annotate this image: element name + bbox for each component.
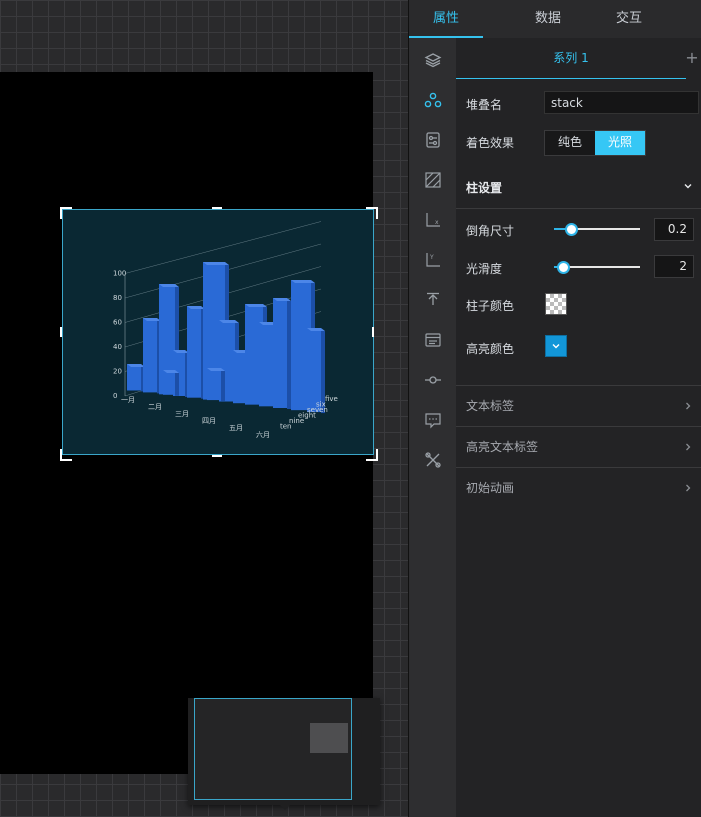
initial-animation-title: 初始动画 <box>466 481 515 495</box>
resize-handle-top-right[interactable] <box>366 207 378 219</box>
bar-side <box>175 373 179 396</box>
bar <box>143 318 157 393</box>
y-tick-label: 60 <box>113 319 122 327</box>
chevron-down-icon <box>684 184 692 189</box>
highlight-text-label-section[interactable]: 高亮文本标签 <box>456 426 701 467</box>
resize-handle-bottom[interactable] <box>212 455 222 457</box>
y-tick-label: 20 <box>113 368 122 376</box>
chevron-right-icon <box>686 402 691 410</box>
bar-side <box>221 371 225 402</box>
chevron-right-icon <box>686 484 691 492</box>
resize-handle-top-left[interactable] <box>60 207 72 219</box>
resize-handle-right[interactable] <box>372 327 374 337</box>
bar-top <box>203 262 229 265</box>
bar-settings-header[interactable]: 柱设置 <box>456 168 701 209</box>
tab-interaction[interactable]: 交互 <box>585 0 673 38</box>
slider-icon[interactable] <box>409 360 456 400</box>
tab-series-1[interactable]: 系列 1 <box>456 38 686 79</box>
bar-settings-title: 柱设置 <box>466 181 503 195</box>
bevel-size-label: 倒角尺寸 <box>466 224 515 238</box>
y-tick-label: 80 <box>113 294 122 302</box>
minimap[interactable] <box>188 698 380 810</box>
highlight-color-label: 高亮颜色 <box>466 342 515 356</box>
stack-name-input[interactable] <box>544 91 699 114</box>
highlight-color-swatch[interactable] <box>545 335 567 357</box>
svg-text:x: x <box>435 219 439 226</box>
bevel-slider-knob[interactable] <box>565 223 578 236</box>
bar <box>307 328 321 413</box>
shading-option-lighting[interactable]: 光照 <box>595 131 645 155</box>
shading-option-flat[interactable]: 纯色 <box>545 131 595 155</box>
bar <box>127 364 141 391</box>
resize-handle-left[interactable] <box>60 327 62 337</box>
shading-toggle: 纯色 光照 <box>544 130 646 156</box>
bevel-size-input[interactable]: 0.2 <box>654 218 694 241</box>
bar-color-label: 柱子颜色 <box>466 299 515 313</box>
y-tick-label: 0 <box>113 392 117 400</box>
bar-top <box>291 280 315 283</box>
series-icon[interactable] <box>409 80 456 120</box>
x-tick-label: 五月 <box>229 424 243 432</box>
y-tick-label: 40 <box>113 343 122 351</box>
chevron-right-icon <box>686 443 691 451</box>
chevron-down-icon <box>552 344 560 349</box>
bar <box>273 298 287 408</box>
x-tick-label: 三月 <box>175 410 189 418</box>
smoothness-slider-knob[interactable] <box>557 261 570 274</box>
initial-animation-section[interactable]: 初始动画 <box>456 467 701 508</box>
text-label-title: 文本标签 <box>466 399 515 413</box>
stack-name-label: 堆叠名 <box>466 98 503 112</box>
minimap-pointer <box>280 805 290 810</box>
tooltip-icon[interactable] <box>409 400 456 440</box>
highlight-text-label-title: 高亮文本标签 <box>466 440 539 454</box>
chart-widget[interactable]: 0 20 40 60 80 100 一月 二月 三月 四月 五月 六月 five six seven eigh… <box>62 209 374 455</box>
properties-panel: 属性 数据 交互 x Y 系列 1 + 堆叠名 stack 着色效果 纯色 光照… <box>408 0 701 817</box>
bar <box>163 370 175 395</box>
grid-icon[interactable] <box>409 160 456 200</box>
legend-icon[interactable] <box>409 320 456 360</box>
smoothness-input[interactable]: 2 <box>654 255 694 278</box>
x-tick-label: 四月 <box>202 417 216 425</box>
tab-properties[interactable]: 属性 <box>409 0 483 38</box>
z-tick-label: five <box>325 395 338 403</box>
panel-tabs: 属性 数据 交互 <box>409 0 701 38</box>
bevel-size-slider[interactable] <box>554 223 640 236</box>
panel-icon-bar: x Y <box>409 38 456 817</box>
shading-label: 着色效果 <box>466 136 515 150</box>
z-tick-label: ten <box>280 423 292 431</box>
x-tick-label: 六月 <box>256 430 270 439</box>
bar3d-chart: 020406080100一月二月三月四月五月六月fivesixseveneigh… <box>113 221 338 439</box>
bar-side <box>287 301 291 409</box>
y-axis-icon[interactable]: Y <box>409 240 456 280</box>
smoothness-label: 光滑度 <box>466 262 503 276</box>
series-settings: 系列 1 + 堆叠名 着色效果 纯色 光照 柱设置 倒角尺寸 0.2 光滑度 2… <box>456 38 701 817</box>
add-series-button[interactable]: + <box>684 38 700 78</box>
svg-text:Y: Y <box>429 254 434 261</box>
bar <box>187 306 201 398</box>
bar <box>259 322 275 407</box>
minimap-screen <box>310 723 348 753</box>
resize-handle-bottom-right[interactable] <box>366 449 378 461</box>
layers-icon[interactable] <box>409 40 456 80</box>
resize-handle-bottom-left[interactable] <box>60 449 72 461</box>
bar <box>207 368 221 401</box>
upload-icon[interactable] <box>409 280 456 320</box>
x-tick-label: 一月 <box>121 396 135 404</box>
x-axis-icon[interactable]: x <box>409 200 456 240</box>
tab-data[interactable]: 数据 <box>511 0 585 38</box>
smoothness-slider[interactable] <box>554 261 640 274</box>
component-settings-icon[interactable] <box>409 120 456 160</box>
bar <box>233 350 245 404</box>
bar-color-swatch[interactable] <box>545 293 567 315</box>
resize-handle-top[interactable] <box>212 207 222 209</box>
tools-icon[interactable] <box>409 440 456 480</box>
editor-canvas[interactable]: 0 20 40 60 80 100 一月 二月 三月 四月 五月 六月 five six seven eigh… <box>0 0 408 817</box>
y-tick-label: 100 <box>113 270 126 278</box>
x-tick-label: 二月 <box>148 403 162 411</box>
text-label-section[interactable]: 文本标签 <box>456 385 701 426</box>
